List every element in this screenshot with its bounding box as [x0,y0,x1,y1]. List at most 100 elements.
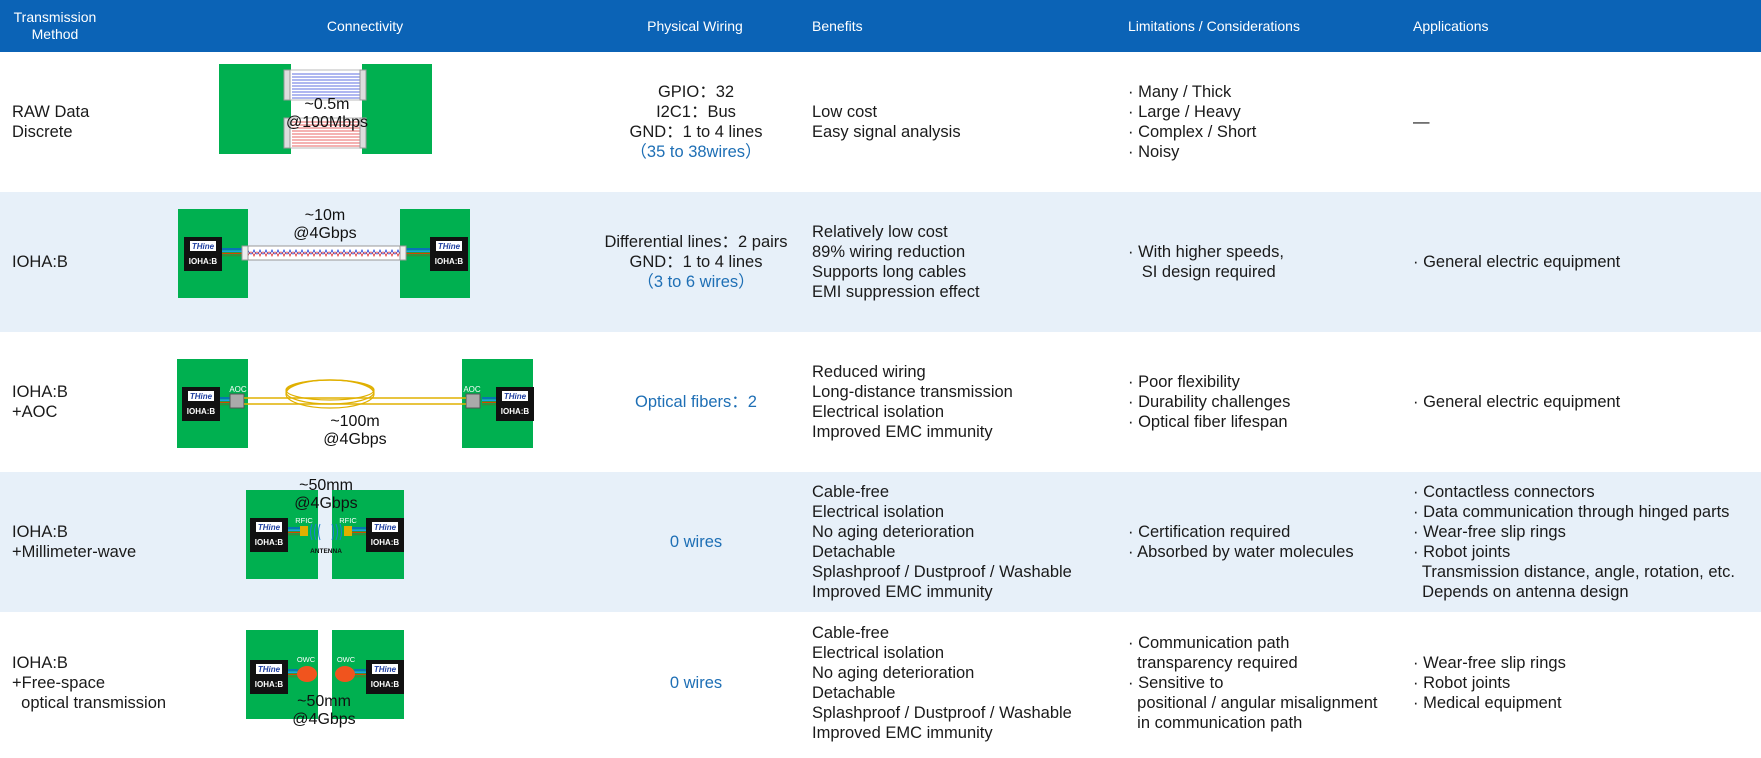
wiring-cell: Optical fibers：2 [585,332,807,472]
benefit-line: Cable-free [812,623,890,642]
distance-label: ~10m [305,207,345,224]
table-row: IOHA:B THine IOHA:B THine IOHA:B ~10m @4Gbps Di… [0,192,1761,332]
header-method: Transmission Method [13,9,97,42]
table-row: RAW Data Discrete ~0.5m @100Mbps GPIO：32 I2C1… [0,52,1761,192]
method-line: +AOC [12,403,58,421]
benefit-line: Detachable [812,683,896,702]
ioha-chip: THine IOHA:B [496,387,534,421]
method-line: optical transmission [12,693,167,712]
benefit-line: Detachable [812,543,896,561]
thine-logo: THine [504,392,527,401]
antenna-label: ANTENNA [310,548,342,555]
connectivity-diagram: THine IOHA:B THine IOHA:B AOC AOC ~100m @4Gbps [164,332,564,472]
chip-label: IOHA:B [255,538,284,547]
rfic-chip [300,526,308,536]
table-row: IOHA:B +AOC THine IOHA:B THine IOHA:B AOC AOC ~1… [0,332,1761,472]
header-limitations: Limitations / Considerations [1128,17,1300,34]
comparison-table: Transmission Method Connectivity Physica… [0,0,1761,753]
thine-logo: THine [192,242,215,251]
application-line: Transmission distance, angle, rotation, … [1413,563,1735,581]
ioha-chip: THine IOHA:B [250,518,288,552]
application-line: · Contactless connectors [1413,483,1595,501]
owc-emitter-icon [297,666,317,682]
benefit-line: Low cost [812,103,878,121]
limitation-line: positional / angular misalignment [1128,693,1378,712]
benefit-line: Electrical isolation [812,503,945,521]
speed-label: @4Gbps [292,711,355,728]
application-line: · General electric equipment [1413,393,1621,411]
method-cell: IOHA:B [12,192,172,332]
thine-logo: THine [374,665,397,674]
connectivity-diagram: THine IOHA:B THine IOHA:B ~10m @4Gbps [164,192,564,332]
benefits-cell: Cable-free Electrical isolation No aging d… [812,472,1112,612]
applications-cell: · Contactless connectors · Data communica… [1413,472,1758,612]
method-line: RAW Data [12,103,90,121]
chip-label: IOHA:B [255,680,284,689]
table-row: IOHA:B +Free-space optical transmission TH… [0,612,1761,753]
limitations-cell: · Many / Thick · Large / Heavy · Complex /… [1128,52,1408,192]
method-line: +Millimeter-wave [12,543,137,561]
limitations-cell: · With higher speeds, SI design required [1128,192,1408,332]
wiring-note: 0 wires [669,533,723,551]
speed-label: @100Mbps [286,114,368,131]
limitation-line: · With higher speeds, [1128,243,1284,261]
application-line: · Medical equipment [1413,693,1562,712]
limitation-line: · Sensitive to [1128,673,1224,692]
owc-tag: OWC [297,655,316,664]
applications-cell: — [1413,52,1758,192]
header-applications: Applications [1413,17,1489,34]
header-benefits: Benefits [812,17,863,34]
application-line: · Wear-free slip rings [1413,523,1566,541]
limitations-cell: · Communication path transparency requir… [1128,612,1408,753]
table-row: IOHA:B +Millimeter-wave THine IOHA:B THine IO… [0,472,1761,612]
limitation-line: · Certification required [1128,523,1291,541]
header-connectivity: Connectivity [326,17,404,34]
rfic-tag: RFIC [339,516,357,525]
application-line: · General electric equipment [1413,253,1621,271]
benefit-line: Electrical isolation [812,643,945,662]
limitation-line: · Large / Heavy [1128,103,1241,121]
method-line: Discrete [12,123,73,141]
wiring-note: Optical fibers：2 [635,393,757,411]
benefit-line: Improved EMC immunity [812,723,993,742]
limitation-line: · Optical fiber lifespan [1128,413,1288,431]
limitation-line: · Communication path [1128,633,1290,652]
twisted-pair-cable-icon [241,245,407,261]
board-right [362,64,432,154]
chip-label: IOHA:B [187,407,216,416]
limitation-line: · Noisy [1128,143,1180,161]
application-line: · Data communication through hinged part… [1413,503,1730,521]
method-cell: IOHA:B +AOC [12,332,172,472]
distance-label: ~50mm [299,477,353,494]
method-line: IOHA:B [12,253,68,271]
wiring-cell: GPIO：32 I2C1：Bus GND：1 to 4 lines （35 to 38… [585,52,807,192]
limitation-line: · Absorbed by water molecules [1128,543,1354,561]
header-wiring: Physical Wiring [647,17,743,34]
benefit-line: Relatively low cost [812,223,948,241]
limitations-cell: · Poor flexibility · Durability challenge… [1128,332,1408,472]
rfic-tag: RFIC [295,516,313,525]
application-line: · Robot joints [1413,673,1511,692]
ioha-chip: THine IOHA:B [182,387,220,421]
aoc-tag: AOC [229,385,247,394]
ioha-chip: THine IOHA:B [366,518,404,552]
application-line: — [1413,113,1430,131]
limitation-line: · Many / Thick [1128,83,1232,101]
benefit-line: Electrical isolation [812,403,945,421]
chip-label: IOHA:B [371,680,400,689]
applications-cell: · Wear-free slip rings · Robot joints · Me… [1413,612,1758,753]
method-line: IOHA:B [12,653,68,672]
thine-logo: THine [438,242,461,251]
method-line: IOHA:B [12,383,68,401]
wiring-cell: 0 wires [585,472,807,612]
thine-logo: THine [258,523,281,532]
aoc-connector [465,393,481,409]
wiring-line: GND：1 to 4 lines [629,123,763,141]
thine-logo: THine [190,392,213,401]
wiring-note: （35 to 38wires） [630,143,762,161]
owc-emitter-icon [335,666,355,682]
benefit-line: Splashproof / Dustproof / Washable [812,563,1072,581]
benefit-line: No aging deterioration [812,663,975,682]
limitation-line: · Complex / Short [1128,123,1257,141]
wiring-line: I2C1：Bus [656,103,736,121]
